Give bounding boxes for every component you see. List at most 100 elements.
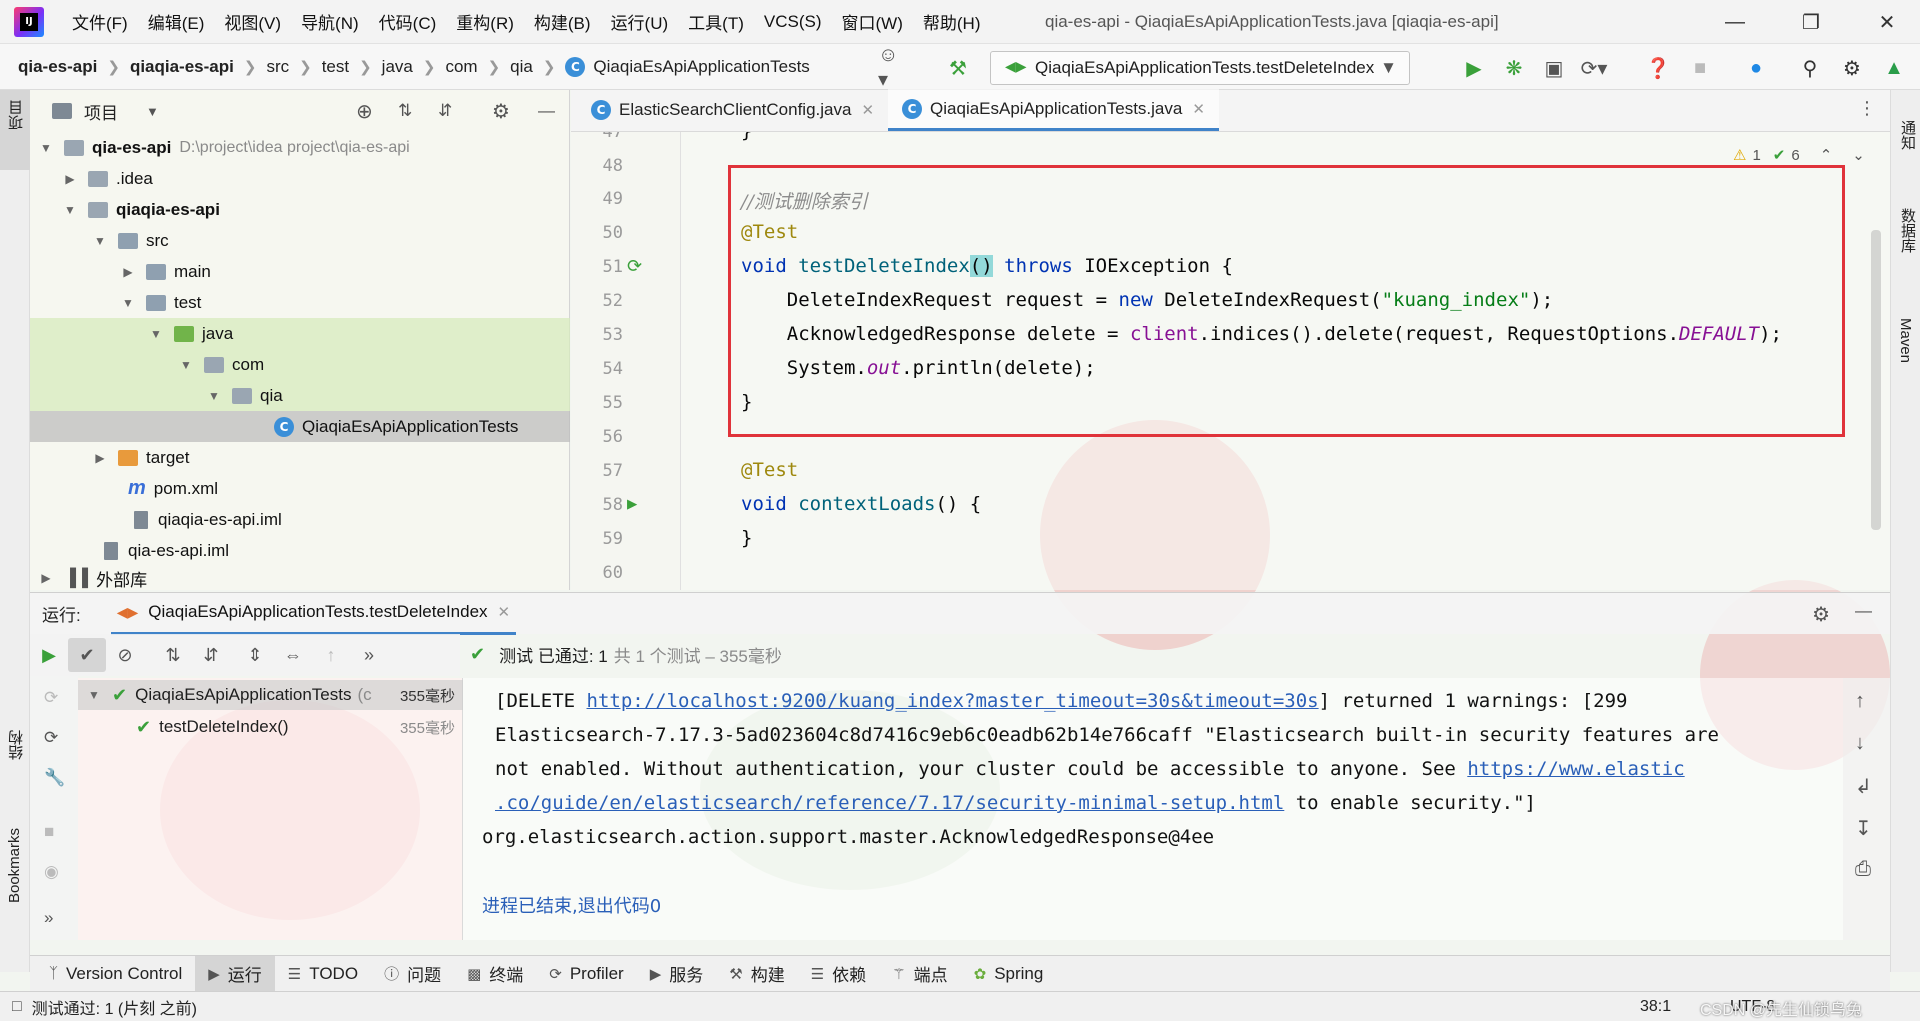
tree-item-test[interactable]: ▼ test <box>30 287 570 318</box>
menu-edit[interactable]: 编辑(E) <box>138 9 215 34</box>
breadcrumb-module[interactable]: qiaqia-es-api <box>130 57 234 77</box>
tab-endpoints[interactable]: ⚚ 端点 <box>879 956 960 992</box>
close-icon[interactable]: ✕ <box>1192 100 1205 118</box>
run-test-gutter-icon[interactable]: ▶ <box>627 494 637 514</box>
breadcrumb-root[interactable]: qia-es-api <box>18 57 97 77</box>
test-row-class[interactable]: ▼ ✔ QiaqiaEsApiApplicationTests (c 355毫秒 <box>78 680 463 710</box>
menu-run[interactable]: 运行(U) <box>601 9 679 34</box>
inspection-widget[interactable]: ⚠ 1 ✔ 6 ⌃ ⌄ <box>1733 146 1865 165</box>
rerun-icon[interactable]: ▶ <box>30 638 68 672</box>
console-link[interactable]: .co/guide/en/elasticsearch/reference/7.1… <box>495 792 1284 814</box>
user-icon[interactable]: ☺▾ <box>878 44 906 91</box>
debug-bug-icon[interactable]: ❋ <box>1500 54 1528 82</box>
help-icon[interactable]: ❓ <box>1644 54 1672 82</box>
caret-position[interactable]: 38:1 <box>1640 998 1671 1016</box>
run-configuration-selector[interactable]: ◀▶ QiaqiaEsApiApplicationTests.testDelet… <box>990 51 1410 85</box>
tree-item-module-iml[interactable]: qiaqia-es-api.iml <box>30 504 570 535</box>
show-passed-icon[interactable]: ✔ <box>68 638 106 672</box>
project-tool-button[interactable]: 项目 <box>0 90 30 170</box>
menu-vcs[interactable]: VCS(S) <box>754 12 832 32</box>
show-ignored-icon[interactable]: ⊘ <box>106 638 144 672</box>
tree-item-root-iml[interactable]: qia-es-api.iml <box>30 535 570 566</box>
collapse-all-icon[interactable]: ⇵ <box>438 101 452 121</box>
run-tab[interactable]: ◀▶ QiaqiaEsApiApplicationTests.testDelet… <box>110 593 517 635</box>
camera-icon[interactable]: ◉ <box>44 862 59 882</box>
run-icon[interactable]: ▶ <box>1460 54 1488 82</box>
tab-elasticsearch-client-config[interactable]: C ElasticSearchClientConfig.java ✕ <box>577 89 888 131</box>
code-editor[interactable]: 47 48 49 50 51 52 53 54 55 56 57 58 59 6… <box>571 132 1890 590</box>
expand-all-icon[interactable]: ⇕ <box>236 638 274 672</box>
menu-file[interactable]: 文件(F) <box>62 9 138 34</box>
tree-item-java[interactable]: ▼ java <box>30 318 570 349</box>
wrench-icon[interactable]: 🔧 <box>44 768 65 788</box>
tree-item-external-libs[interactable]: ▶ ▐▐ 外部库 <box>30 566 570 590</box>
structure-tool-label[interactable]: 结构 <box>6 730 27 760</box>
breadcrumb-com[interactable]: com <box>445 57 477 77</box>
menu-navigate[interactable]: 导航(N) <box>291 9 369 34</box>
menu-view[interactable]: 视图(V) <box>214 9 291 34</box>
tab-terminal[interactable]: ▩ 终端 <box>454 956 536 992</box>
close-icon[interactable]: ✕ <box>1858 0 1916 44</box>
tree-item-main[interactable]: ▶ main <box>30 256 570 287</box>
locate-icon[interactable]: ⊕ <box>356 99 373 124</box>
close-icon[interactable]: ✕ <box>498 603 511 621</box>
database-tool-label[interactable]: 数据库 <box>1897 208 1918 253</box>
plugin-logo-icon[interactable]: ▲ <box>1880 54 1908 82</box>
breadcrumb-src[interactable]: src <box>266 57 289 77</box>
maven-tool-label[interactable]: Maven <box>1897 318 1914 363</box>
stop-icon[interactable]: ■ <box>44 822 54 842</box>
tree-item-module[interactable]: ▼ qiaqia-es-api <box>30 194 570 225</box>
chevron-up-icon[interactable]: ⌃ <box>1820 146 1833 164</box>
tree-item-root[interactable]: ▼ qia-es-api D:\project\idea project\qia… <box>30 132 570 163</box>
tab-todo[interactable]: ☰ TODO <box>275 956 371 992</box>
more-icon[interactable]: » <box>44 908 53 928</box>
tab-application-tests[interactable]: C QiaqiaEsApiApplicationTests.java ✕ <box>888 89 1219 131</box>
breadcrumb-class[interactable]: C QiaqiaEsApiApplicationTests <box>565 56 810 77</box>
close-icon[interactable]: ✕ <box>861 101 874 119</box>
tab-problems[interactable]: ⓘ 问题 <box>371 956 454 992</box>
tree-item-pom[interactable]: m pom.xml <box>30 473 570 504</box>
tree-item-test-class[interactable]: C QiaqiaEsApiApplicationTests <box>30 411 570 442</box>
bookmarks-tool-label[interactable]: Bookmarks <box>6 828 23 903</box>
tree-item-idea[interactable]: ▶ .idea <box>30 163 570 194</box>
console-link[interactable]: https://www.elastic <box>1467 758 1684 780</box>
breadcrumb-java[interactable]: java <box>382 57 413 77</box>
menu-build[interactable]: 构建(B) <box>524 9 601 34</box>
tab-profiler[interactable]: ⟳ Profiler <box>536 956 636 992</box>
restore-icon[interactable]: ❐ <box>1782 0 1840 44</box>
more-icon[interactable]: » <box>350 638 388 672</box>
tree-item-src[interactable]: ▼ src <box>30 225 570 256</box>
arrow-up-icon[interactable]: ↑ <box>312 638 350 672</box>
tree-item-target[interactable]: ▶ target <box>30 442 570 473</box>
console-link[interactable]: http://localhost:9200/kuang_index?master… <box>587 690 1319 712</box>
tab-dependencies[interactable]: ☰ 依赖 <box>798 956 879 992</box>
sort-duration-icon[interactable]: ⇵ <box>192 638 230 672</box>
tab-services[interactable]: ▶ 服务 <box>637 956 717 992</box>
arrow-down-icon[interactable]: ↓ <box>1855 732 1865 755</box>
stop-icon[interactable]: ■ <box>1686 54 1714 82</box>
chevron-down-icon[interactable]: ▼ <box>146 104 159 119</box>
editor-scrollbar[interactable] <box>1871 230 1881 530</box>
tab-run[interactable]: ▶ 运行 <box>195 955 275 992</box>
menu-window[interactable]: 窗口(W) <box>832 9 913 34</box>
menu-help[interactable]: 帮助(H) <box>913 9 991 34</box>
tab-spring[interactable]: ✿ Spring <box>961 956 1057 992</box>
arrow-up-icon[interactable]: ↑ <box>1855 690 1865 713</box>
notifications-tool-label[interactable]: 通知 <box>1897 120 1918 150</box>
tree-item-qia[interactable]: ▼ qia <box>30 380 570 411</box>
project-panel-title[interactable]: 项目 <box>84 99 118 124</box>
layout-icon[interactable]: □ <box>12 998 22 1016</box>
more-options-icon[interactable]: ⋮ <box>1858 98 1876 119</box>
search-icon[interactable]: ⚲ <box>1796 54 1824 82</box>
hide-panel-icon[interactable]: — <box>1855 601 1872 621</box>
minimize-icon[interactable]: — <box>1706 0 1764 44</box>
soft-wrap-icon[interactable]: ↲ <box>1855 774 1872 799</box>
breadcrumb-qia[interactable]: qia <box>510 57 533 77</box>
run-test-gutter-icon[interactable]: ⟳ <box>627 256 642 277</box>
build-hammer-icon[interactable]: ⚒ <box>944 54 972 82</box>
tree-item-com[interactable]: ▼ com <box>30 349 570 380</box>
menu-code[interactable]: 代码(C) <box>369 9 447 34</box>
expand-all-icon[interactable]: ⇅ <box>398 101 412 121</box>
test-row-method[interactable]: ✔ testDeleteIndex() 355毫秒 <box>78 712 463 742</box>
menu-tools[interactable]: 工具(T) <box>678 9 754 34</box>
